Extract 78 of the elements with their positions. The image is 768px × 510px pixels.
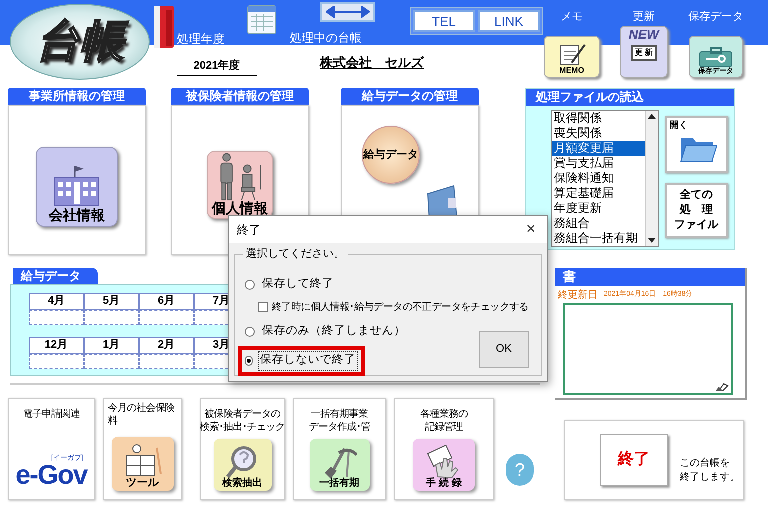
tool-button[interactable]: ツール <box>112 437 174 491</box>
panel-header: 事業所情報の管理 <box>8 88 146 105</box>
scroll-down-icon <box>648 238 656 243</box>
link-button[interactable]: LINK <box>478 10 540 32</box>
checkbox-option[interactable]: 終了時に個人情報･給与データの不正データをチェックする <box>258 298 541 316</box>
shortcut-label: 被保険者データの <box>204 408 280 421</box>
fiscal-year: 2021年度 <box>177 58 257 76</box>
panel-header: 被保険者情報の管理 <box>171 88 309 105</box>
panel-header: 給与データの管理 <box>341 88 479 105</box>
search-extract-button[interactable]: 検索抽出 <box>214 439 272 491</box>
binder-icon <box>152 4 176 50</box>
personal-info-button[interactable]: 個人情報 <box>207 151 273 219</box>
tool-label: メモ <box>561 10 583 25</box>
shortcut-label: 一括有期事業 <box>311 408 368 421</box>
panel-header: 給与データ <box>13 268 98 284</box>
bulk-button[interactable]: 一括有期 <box>310 439 370 491</box>
notes-area[interactable] <box>563 303 733 395</box>
dialog-title: 終了 <box>237 222 261 238</box>
company-info-button[interactable]: 会社情報 <box>36 147 118 227</box>
shortcut-label: データ作成･管 <box>308 421 370 434</box>
panel-header: 処理ファイルの読込 <box>526 89 734 106</box>
close-button[interactable]: × <box>521 222 541 238</box>
ok-button[interactable]: OK <box>479 331 529 368</box>
app-logo: 台帳 <box>10 4 150 80</box>
update-button[interactable]: NEW 更 新 <box>620 26 668 78</box>
shortcut-label: 記録管理 <box>425 421 463 434</box>
table-cell <box>139 310 194 325</box>
all-files-button[interactable]: 全ての 処 理 ファイル <box>665 183 728 238</box>
salary-data-button[interactable]: 給与データ <box>362 126 420 184</box>
list-item[interactable]: 月額変更届 <box>552 141 645 156</box>
table-cell: 2月 <box>139 337 194 354</box>
list-item[interactable]: 務組合 <box>552 216 645 231</box>
table-cell <box>29 354 84 369</box>
radio-option[interactable]: 保存して終了 <box>245 275 541 295</box>
swap-button[interactable] <box>320 2 375 22</box>
shortcut-label: 料 <box>108 415 118 428</box>
double-arrow-icon <box>326 6 370 18</box>
table-cell: 6月 <box>139 293 194 310</box>
list-item[interactable]: 務組合一括有期 <box>552 231 645 246</box>
ledger-label: 処理中の台帳 <box>290 30 363 47</box>
exit-description: 終了します。 <box>680 471 740 485</box>
tool-label: 保存データ <box>688 10 744 25</box>
panel-header: 書 <box>555 268 745 286</box>
shortcut-label: 今月の社会保険 <box>108 402 174 415</box>
table-cell <box>29 310 84 325</box>
tool-label: 更新 <box>633 10 655 25</box>
list-item[interactable]: 年度更新 <box>552 201 645 216</box>
table-cell <box>84 354 139 369</box>
table-cell: 4月 <box>29 293 84 310</box>
scroll-up-icon <box>648 114 656 119</box>
phone-button[interactable]: TEL <box>413 10 475 32</box>
key-case-icon <box>698 46 734 68</box>
exit-button[interactable]: 終了 <box>600 434 668 486</box>
table-cell: 12月 <box>29 337 84 354</box>
eraser-icon <box>715 382 729 392</box>
year-label: 処理年度 <box>177 31 226 48</box>
company-name: 株式会社 セルズ <box>320 54 424 72</box>
list-item[interactable]: 賞与支払届 <box>552 156 645 171</box>
shortcut-label: 電子申請関連 <box>23 408 80 421</box>
calendar-icon <box>245 4 279 36</box>
scrollbar[interactable] <box>645 111 658 246</box>
list-item[interactable]: 保険料通知 <box>552 171 645 186</box>
group-label: 選択してください。 <box>243 247 348 261</box>
shortcut-label: 各種業務の <box>420 408 468 421</box>
table-cell: 5月 <box>84 293 139 310</box>
table-cell <box>139 354 194 369</box>
list-item[interactable]: 取得関係 <box>552 111 645 126</box>
updated-label: 終更新日 <box>558 288 598 302</box>
list-item[interactable]: 算定基礎届 <box>552 186 645 201</box>
exit-description: この台帳を <box>680 457 731 471</box>
magnifier-icon <box>226 445 260 479</box>
memo-button[interactable]: MEMO <box>544 36 600 78</box>
table-cell <box>84 310 139 325</box>
shortcut-label: 検索･抽出･チェック <box>200 421 285 434</box>
open-button[interactable]: 開く <box>665 116 728 173</box>
record-button[interactable]: 手 続 録 <box>413 439 475 491</box>
table-cell: 1月 <box>84 337 139 354</box>
list-item[interactable]: 喪失関係 <box>552 126 645 141</box>
